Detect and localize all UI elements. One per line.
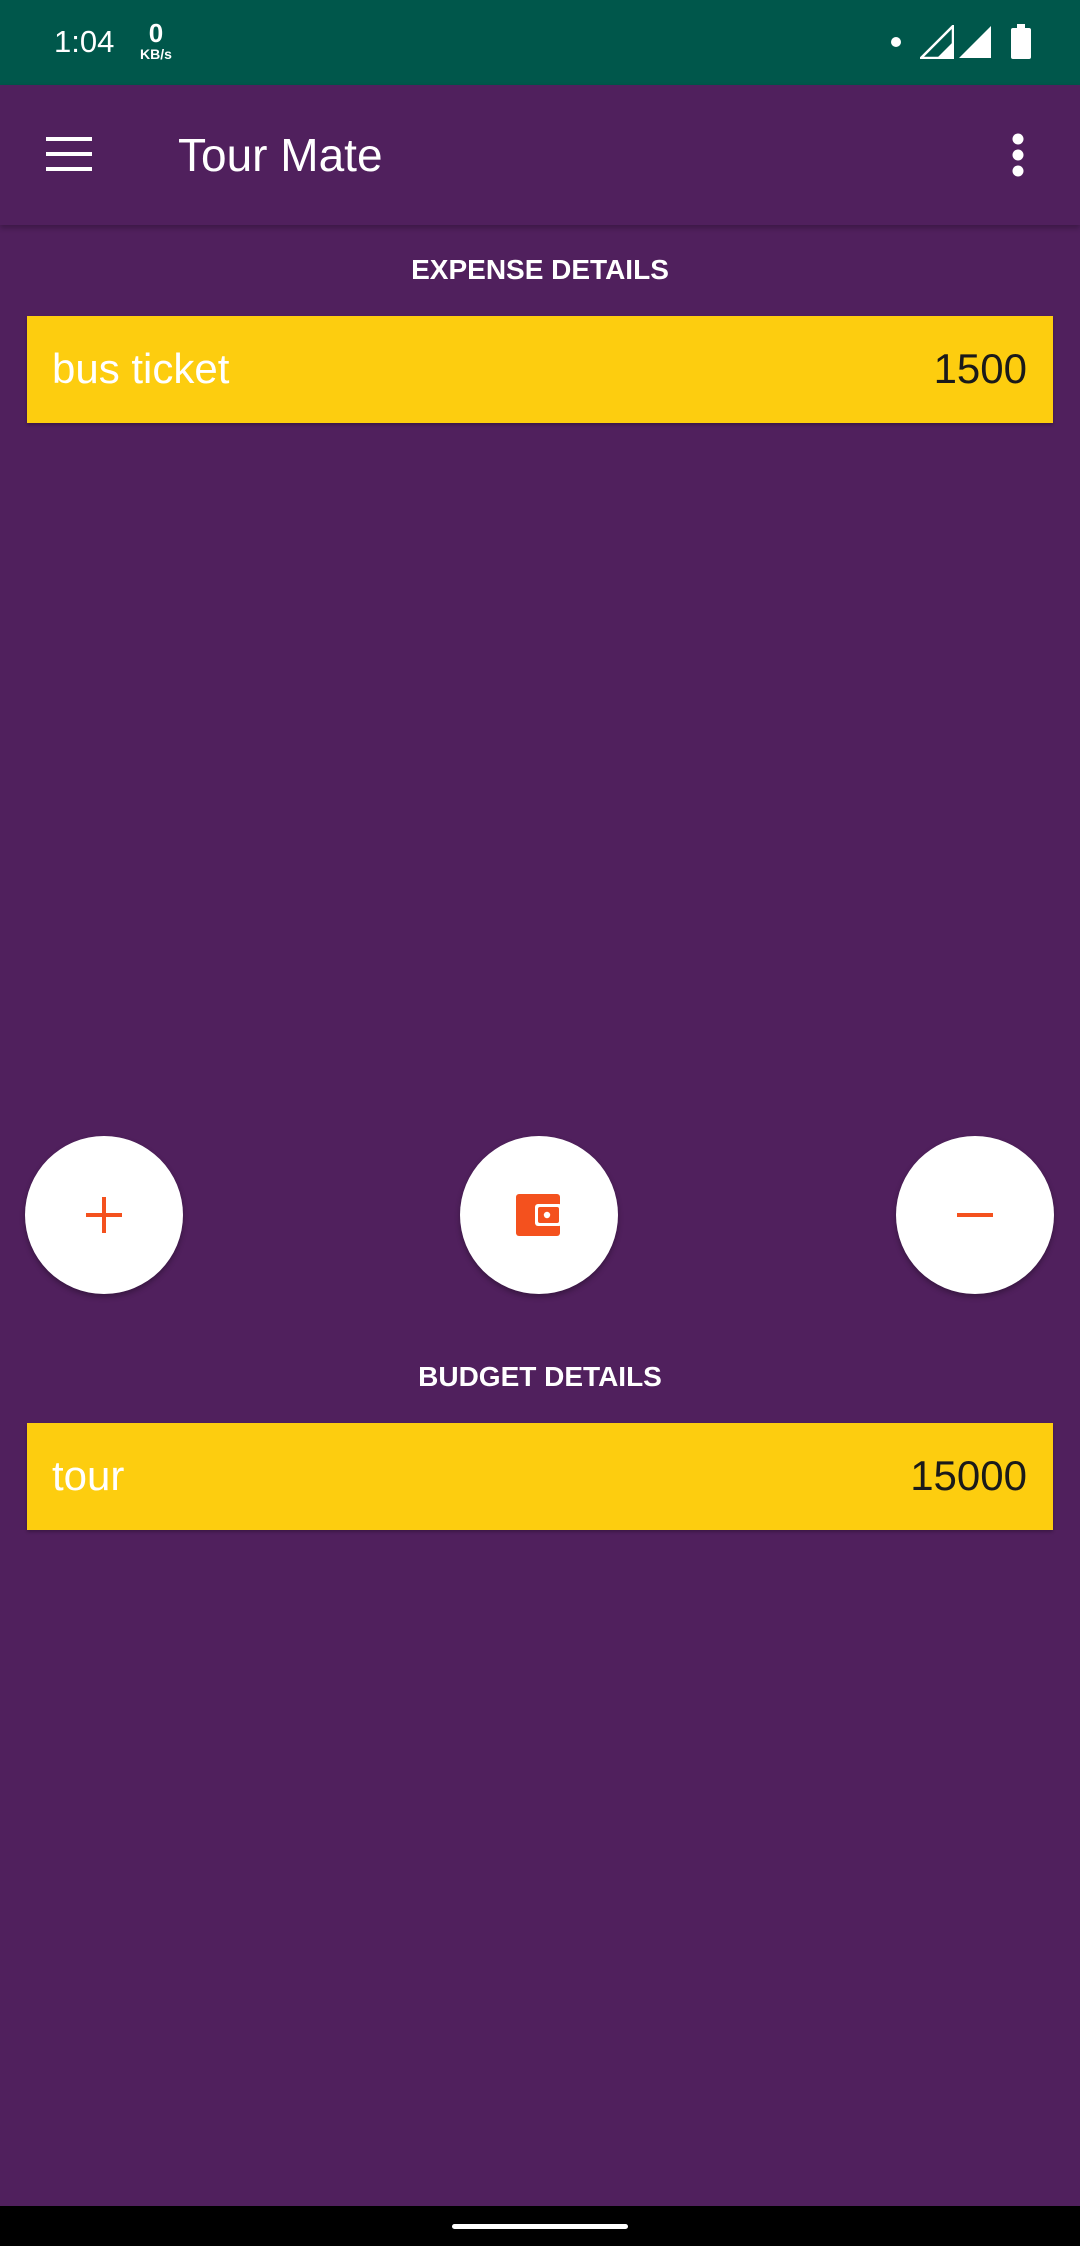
expense-row[interactable]: bus ticket 1500 [27,316,1053,423]
expense-name: bus ticket [52,345,230,392]
budget-amount: 15000 [910,1452,1027,1499]
app-title: Tour Mate [178,129,383,181]
signal-icon [920,25,954,59]
menu-button[interactable] [30,123,110,187]
network-speed-unit: KB/s [140,46,172,62]
navigation-bar [0,2206,1080,2246]
hamburger-menu-icon [46,137,92,171]
network-speed: 0 KB/s [134,20,178,62]
more-vert-icon [1012,133,1024,177]
home-indicator[interactable] [452,2224,628,2229]
expense-amount: 1500 [933,345,1027,392]
minus-icon [957,1213,993,1217]
add-expense-button[interactable] [25,1136,183,1294]
status-time: 1:04 [54,24,115,59]
plus-icon [86,1197,122,1233]
network-speed-value: 0 [148,18,164,48]
notification-dot-icon [891,37,901,47]
wallet-button[interactable] [460,1136,618,1294]
status-icons [890,22,1040,62]
budget-name: tour [52,1452,125,1499]
app-bar: Tour Mate [0,85,1080,225]
budget-details-heading: BUDGET DETAILS [418,1361,662,1392]
remove-expense-button[interactable] [896,1136,1054,1294]
signal-icon [959,26,991,58]
wallet-icon [516,1194,562,1236]
overflow-menu-button[interactable] [986,123,1050,187]
expense-details-heading: EXPENSE DETAILS [411,254,669,285]
battery-icon [1011,24,1031,59]
budget-row[interactable]: tour 15000 [27,1423,1053,1530]
status-bar: 1:04 0 KB/s [0,0,1080,85]
